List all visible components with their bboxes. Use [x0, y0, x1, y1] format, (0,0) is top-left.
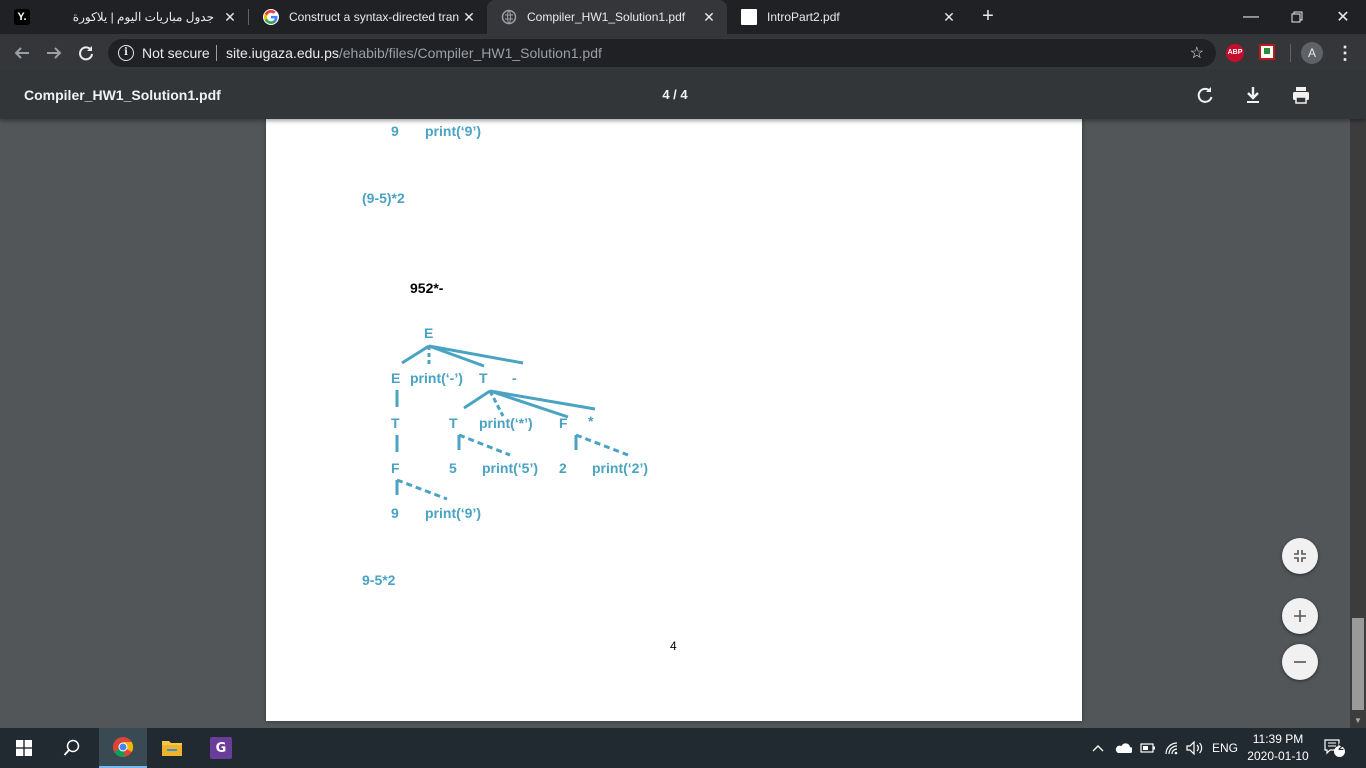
notification-count: 2 [1338, 742, 1344, 753]
pdf-toolbar: Compiler_HW1_Solution1.pdf 4 / 4 [0, 72, 1366, 119]
page-indicator: 4 / 4 [662, 87, 688, 102]
battery-plug-icon[interactable] [1140, 728, 1156, 768]
tree-node-t: T [479, 370, 488, 386]
adblock-plus-icon[interactable]: ABP [1226, 44, 1244, 62]
menu-dots-icon[interactable]: ⋮ [1336, 42, 1354, 64]
tab-title: Compiler_HW1_Solution1.pdf [527, 10, 686, 24]
close-window-icon[interactable]: ✕ [1320, 0, 1366, 34]
tree-leaf-print9: print(‘9’) [425, 505, 481, 521]
omnibox-divider [216, 45, 217, 61]
tab-yallakora[interactable]: Y. جدول مباريات اليوم | يلاكورة ✕ [0, 0, 248, 34]
tree-leaf-5: 5 [449, 460, 457, 476]
search-icon[interactable] [48, 728, 96, 768]
scroll-thumb[interactable] [1352, 618, 1364, 710]
close-icon[interactable]: ✕ [459, 9, 479, 26]
google-favicon-icon [263, 9, 279, 25]
url-text[interactable]: site.iugaza.edu.ps/ehabib/files/Compiler… [226, 45, 602, 61]
url-host: site.iugaza.edu.ps [226, 45, 339, 61]
notification-center-icon[interactable]: 2 [1324, 728, 1346, 768]
download-icon[interactable] [1242, 84, 1264, 106]
tree-node-minus: - [512, 370, 517, 386]
pdf-filename: Compiler_HW1_Solution1.pdf [24, 87, 221, 103]
scroll-down-icon[interactable]: ▼ [1350, 713, 1366, 729]
info-icon[interactable]: i [118, 45, 134, 61]
print-icon[interactable] [1290, 84, 1312, 106]
globe-icon [501, 9, 517, 25]
tree-node-f-right: F [559, 415, 568, 431]
vertical-scrollbar[interactable]: ▲ ▼ [1350, 72, 1366, 729]
profile-avatar[interactable]: A [1301, 42, 1323, 64]
input-language[interactable]: ENG [1212, 728, 1238, 768]
clock-date: 2020-01-10 [1247, 749, 1309, 763]
tree-node-t-inner: T [449, 415, 458, 431]
parse-tree-edges [395, 344, 629, 501]
tree-node-root-e: E [424, 325, 434, 341]
pdf-app-icon[interactable]: G [197, 728, 245, 768]
fit-page-button[interactable] [1282, 538, 1318, 574]
tree-node-t-left: T [391, 415, 400, 431]
restore-icon[interactable] [1274, 0, 1320, 34]
tree-leaf-2: 2 [559, 460, 567, 476]
pdf-viewport[interactable]: 9 print(‘9’) (9-5)*2 952*- E E print(‘-’… [0, 119, 1350, 729]
close-icon[interactable]: ✕ [220, 9, 240, 26]
expression-heading-2: 9-5*2 [362, 572, 396, 588]
tree-node-e: E [391, 370, 401, 386]
tab-title: IntroPart2.pdf [767, 10, 840, 24]
bookmark-star-icon[interactable]: ☆ [1190, 43, 1204, 63]
clock-time: 11:39 PM [1252, 732, 1304, 746]
zoom-out-button[interactable] [1282, 644, 1318, 680]
svg-text:G: G [216, 741, 227, 756]
reload-icon[interactable] [72, 39, 100, 67]
tree-leaf-9-bottom: 9 [391, 505, 399, 521]
chrome-taskbar-icon[interactable] [99, 728, 147, 768]
tab-google[interactable]: Construct a syntax-directed trans ✕ [249, 0, 487, 34]
tree-node-print-minus: print(‘-’) [410, 370, 463, 386]
mcafee-extension-icon[interactable] [1259, 44, 1275, 60]
file-explorer-icon[interactable] [148, 728, 196, 768]
page-number: 4 [670, 639, 677, 653]
zoom-in-button[interactable] [1282, 598, 1318, 634]
windows-taskbar: G ENG 11:39 PM 2020-01-10 2 [0, 728, 1366, 768]
tab-title: جدول مباريات اليوم | يلاكورة [72, 10, 214, 24]
wifi-icon[interactable] [1164, 728, 1180, 768]
tab-compiler-pdf[interactable]: Compiler_HW1_Solution1.pdf ✕ [487, 0, 727, 34]
forward-icon[interactable] [40, 39, 68, 67]
onedrive-icon[interactable] [1114, 728, 1132, 768]
document-icon [741, 9, 757, 25]
tab-strip: Y. جدول مباريات اليوم | يلاكورة ✕ Constr… [0, 0, 1366, 34]
windows-start-icon[interactable] [0, 728, 48, 768]
tab-intropart2[interactable]: IntroPart2.pdf ✕ [727, 0, 967, 34]
tree-node-star: * [588, 413, 594, 429]
tree-node-print-star: print(‘*’) [479, 415, 533, 431]
tree-leaf-print2: print(‘2’) [592, 460, 648, 476]
tab-title: Construct a syntax-directed trans [289, 10, 459, 24]
close-icon[interactable]: ✕ [939, 9, 959, 26]
minimize-icon[interactable]: — [1228, 0, 1274, 34]
taskbar-clock[interactable]: 11:39 PM 2020-01-10 [1238, 731, 1318, 765]
rotate-icon[interactable] [1194, 84, 1216, 106]
back-icon[interactable] [8, 39, 36, 67]
show-hidden-icons-icon[interactable] [1092, 728, 1104, 768]
security-label[interactable]: Not secure [142, 45, 210, 61]
pdf-page: 9 print(‘9’) (9-5)*2 952*- E E print(‘-’… [266, 119, 1082, 721]
close-icon[interactable]: ✕ [699, 9, 719, 26]
toolbar-divider [1290, 44, 1291, 62]
address-bar[interactable]: i Not secure site.iugaza.edu.ps/ehabib/f… [108, 39, 1216, 67]
yallakora-favicon-icon: Y. [14, 9, 30, 25]
volume-icon[interactable] [1186, 728, 1204, 768]
tree-node-f-left: F [391, 460, 400, 476]
new-tab-icon[interactable]: + [977, 5, 999, 27]
url-path: /ehabib/files/Compiler_HW1_Solution1.pdf [338, 45, 602, 61]
tree-leaf-print5: print(‘5’) [482, 460, 538, 476]
